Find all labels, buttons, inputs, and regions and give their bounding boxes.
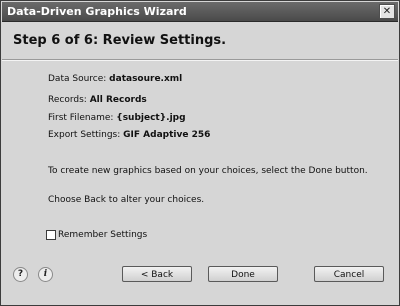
first-filename-value: {subject}.jpg xyxy=(116,113,186,123)
header-separator-highlight xyxy=(2,60,398,61)
remember-settings-checkbox[interactable] xyxy=(46,230,56,240)
first-filename-row: First Filename: {subject}.jpg xyxy=(48,113,186,123)
export-settings-value: GIF Adaptive 256 xyxy=(123,130,211,140)
back-instruction: Choose Back to alter your choices. xyxy=(48,195,205,205)
wizard-window: Data-Driven Graphics Wizard ✕ Step 6 of … xyxy=(0,0,400,306)
done-instruction: To create new graphics based on your cho… xyxy=(48,166,368,176)
export-settings-label: Export Settings: xyxy=(48,130,121,140)
cancel-button[interactable]: Cancel xyxy=(314,266,384,282)
first-filename-label: First Filename: xyxy=(48,113,114,123)
window-title: Data-Driven Graphics Wizard xyxy=(7,5,187,18)
done-button[interactable]: Done xyxy=(208,266,278,282)
step-title: Step 6 of 6: Review Settings. xyxy=(13,33,227,48)
records-row: Records: All Records xyxy=(48,95,147,105)
data-source-value: datasoure.xml xyxy=(109,74,183,84)
info-icon[interactable]: i xyxy=(38,267,53,282)
records-label: Records: xyxy=(48,95,87,105)
data-source-row: Data Source: datasoure.xml xyxy=(48,74,182,84)
data-source-label: Data Source: xyxy=(48,74,107,84)
remember-settings-label[interactable]: Remember Settings xyxy=(58,230,147,240)
export-settings-row: Export Settings: GIF Adaptive 256 xyxy=(48,130,210,140)
help-icon[interactable]: ? xyxy=(13,267,28,282)
back-button[interactable]: < Back xyxy=(122,266,192,282)
close-icon: ✕ xyxy=(382,6,392,17)
title-bar: Data-Driven Graphics Wizard ✕ xyxy=(2,2,398,22)
records-value: All Records xyxy=(89,95,147,105)
close-button[interactable]: ✕ xyxy=(379,4,395,19)
